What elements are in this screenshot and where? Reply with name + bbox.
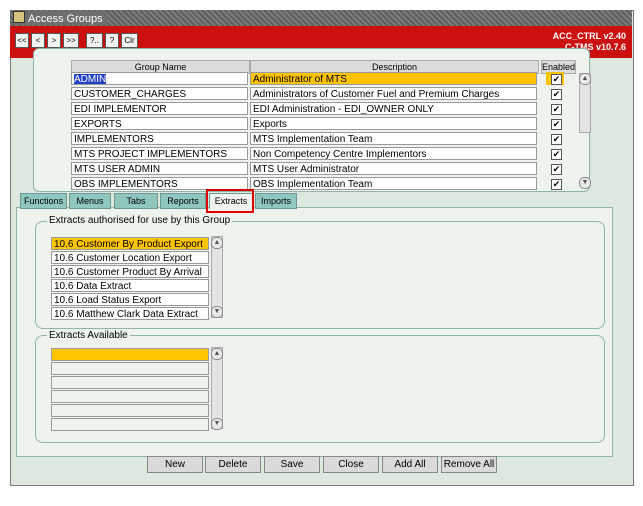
authorised-extract-item[interactable]: 10.6 Customer Product By Arrival bbox=[51, 265, 209, 278]
group-description-cell[interactable]: OBS Implementation Team bbox=[250, 177, 537, 190]
tab-reports[interactable]: Reports bbox=[160, 193, 206, 209]
help-button[interactable]: ? bbox=[105, 33, 119, 48]
group-name-text: ADMIN bbox=[74, 74, 107, 85]
next-record-button[interactable]: > bbox=[47, 33, 61, 48]
group-description-cell[interactable]: MTS Implementation Team bbox=[250, 132, 537, 145]
authorised-extract-item[interactable]: 10.6 Customer Location Export bbox=[51, 251, 209, 264]
available-extract-item[interactable] bbox=[51, 376, 209, 389]
clear-button[interactable]: Clr bbox=[121, 33, 138, 48]
available-extract-item[interactable] bbox=[51, 348, 209, 361]
authorised-extract-item[interactable]: 10.6 Matthew Clark Data Extract bbox=[51, 307, 209, 320]
available-extract-item[interactable] bbox=[51, 390, 209, 403]
tab-menus[interactable]: Menus bbox=[69, 193, 111, 209]
window-title: Access Groups bbox=[13, 11, 107, 25]
authorised-scroll-down-icon[interactable]: ▼ bbox=[211, 306, 223, 318]
enabled-checkbox[interactable]: ✔ bbox=[551, 164, 562, 175]
delete-button[interactable]: Delete bbox=[205, 456, 261, 473]
app-icon bbox=[13, 11, 25, 23]
window-title-text: Access Groups bbox=[28, 13, 103, 25]
enabled-checkbox[interactable]: ✔ bbox=[551, 104, 562, 115]
tab-tabs[interactable]: Tabs bbox=[114, 193, 158, 209]
group-name-text: EXPORTS bbox=[74, 119, 122, 130]
tab-imports[interactable]: Imports bbox=[255, 193, 297, 209]
group-name-text: OBS IMPLEMENTORS bbox=[74, 179, 178, 190]
authorised-scroll-up-icon[interactable]: ▲ bbox=[211, 237, 223, 249]
available-extract-item[interactable] bbox=[51, 418, 209, 431]
close-button[interactable]: Close bbox=[323, 456, 379, 473]
authorised-extract-item[interactable]: 10.6 Customer By Product Export bbox=[51, 237, 209, 250]
save-button[interactable]: Save bbox=[264, 456, 320, 473]
group-name-text: MTS PROJECT IMPLEMENTORS bbox=[74, 149, 227, 160]
first-record-button[interactable]: << bbox=[15, 33, 29, 48]
group-name-text: CUSTOMER_CHARGES bbox=[74, 89, 187, 100]
group-description-cell[interactable]: Non Competency Centre Implementors bbox=[250, 147, 537, 160]
group-name-cell[interactable]: IMPLEMENTORS bbox=[71, 132, 248, 145]
last-record-button[interactable]: >> bbox=[63, 33, 79, 48]
remove-all-button[interactable]: Remove All bbox=[441, 456, 497, 473]
group-name-cell[interactable]: EDI IMPLEMENTOR bbox=[71, 102, 248, 115]
group-name-cell[interactable]: ADMIN bbox=[71, 72, 248, 85]
group-name-cell[interactable]: MTS USER ADMIN bbox=[71, 162, 248, 175]
scroll-up-icon[interactable]: ▲ bbox=[579, 73, 591, 85]
enabled-checkbox[interactable]: ✔ bbox=[551, 149, 562, 160]
add-all-button[interactable]: Add All bbox=[382, 456, 438, 473]
group-description-cell[interactable]: Administrator of MTS bbox=[250, 72, 537, 85]
group-name-cell[interactable]: CUSTOMER_CHARGES bbox=[71, 87, 248, 100]
group-description-cell[interactable]: MTS User Administrator bbox=[250, 162, 537, 175]
tab-functions[interactable]: Functions bbox=[20, 193, 67, 209]
extracts-tab-highlight-box bbox=[206, 189, 254, 213]
module-code: ACC_CTRL v2.40 bbox=[552, 31, 626, 41]
group-name-text: MTS USER ADMIN bbox=[74, 164, 161, 175]
available-extract-item[interactable] bbox=[51, 362, 209, 375]
enabled-checkbox[interactable]: ✔ bbox=[551, 89, 562, 100]
enabled-checkbox[interactable]: ✔ bbox=[551, 119, 562, 130]
available-extracts-label: Extracts Available bbox=[47, 330, 130, 341]
group-name-cell[interactable]: EXPORTS bbox=[71, 117, 248, 130]
available-extract-item[interactable] bbox=[51, 404, 209, 417]
new-button[interactable]: New bbox=[147, 456, 203, 473]
group-description-cell[interactable]: Exports bbox=[250, 117, 537, 130]
group-description-cell[interactable]: Administrators of Customer Fuel and Prem… bbox=[250, 87, 537, 100]
authorised-extract-item[interactable]: 10.6 Load Status Export bbox=[51, 293, 209, 306]
available-scroll-down-icon[interactable]: ▼ bbox=[211, 418, 223, 430]
authorised-extract-item[interactable]: 10.6 Data Extract bbox=[51, 279, 209, 292]
previous-record-button[interactable]: < bbox=[31, 33, 45, 48]
enabled-checkbox[interactable]: ✔ bbox=[551, 74, 562, 85]
authorised-extracts-label: Extracts authorised for use by this Grou… bbox=[47, 215, 233, 226]
group-description-cell[interactable]: EDI Administration - EDI_OWNER ONLY bbox=[250, 102, 537, 115]
title-bar[interactable]: Access Groups bbox=[10, 10, 632, 26]
available-scroll-up-icon[interactable]: ▲ bbox=[211, 348, 223, 360]
enabled-checkbox[interactable]: ✔ bbox=[551, 134, 562, 145]
group-name-cell[interactable]: MTS PROJECT IMPLEMENTORS bbox=[71, 147, 248, 160]
query-button[interactable]: ?.. bbox=[86, 33, 103, 48]
group-name-text: IMPLEMENTORS bbox=[74, 134, 154, 145]
group-name-text: EDI IMPLEMENTOR bbox=[74, 104, 167, 115]
enabled-checkbox[interactable]: ✔ bbox=[551, 179, 562, 190]
scroll-down-icon[interactable]: ▼ bbox=[579, 177, 591, 189]
